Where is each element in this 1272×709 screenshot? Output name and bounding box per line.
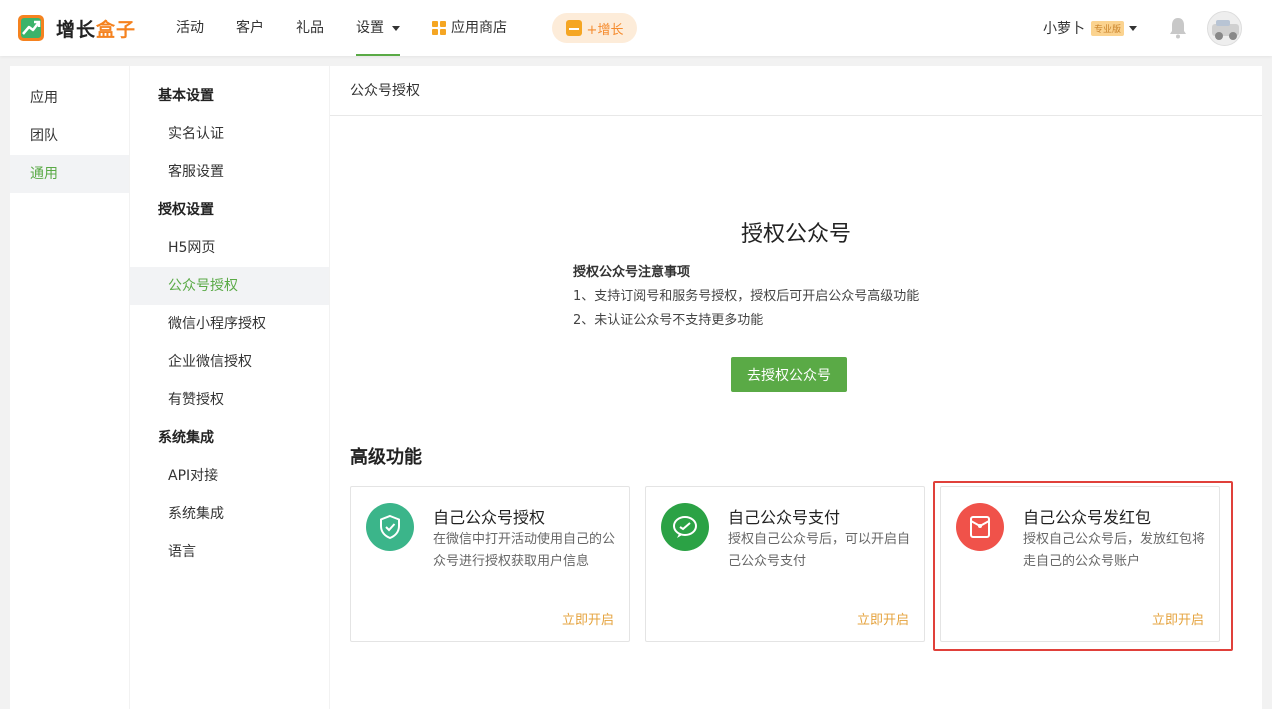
page-title: 公众号授权 (330, 66, 1262, 116)
sidebar-item-general[interactable]: 通用 (10, 155, 129, 193)
nav-app-store[interactable]: 应用商店 (432, 0, 507, 56)
notes-title: 授权公众号注意事项 (573, 265, 691, 280)
grid-apps-icon (432, 21, 446, 35)
nav-gifts[interactable]: 礼品 (296, 0, 324, 56)
nav-customers[interactable]: 客户 (236, 0, 264, 56)
group-title-auth: 授权设置 (158, 202, 214, 218)
sidebar-item-customer-service[interactable]: 客服设置 (130, 153, 329, 191)
card-description: 在微信中打开活动使用自己的公众号进行授权获取用户信息 (433, 532, 616, 569)
logo[interactable]: 增长盒子 (18, 14, 136, 42)
chevron-down-icon (1129, 25, 1138, 31)
note-item: 2、未认证公众号不支持更多功能 (573, 313, 764, 328)
wechat-pay-icon (661, 503, 709, 551)
sidebar-item-wecom[interactable]: 企业微信授权 (130, 343, 329, 381)
growth-button[interactable]: +增长 (552, 13, 637, 43)
plan-badge: 专业版 (1091, 20, 1125, 36)
auth-section-title: 授权公众号 (740, 222, 851, 247)
shield-check-icon (366, 503, 414, 551)
feature-card-payment: 自己公众号支付 授权自己公众号后，可以开启自己公众号支付 立即开启 (645, 486, 925, 642)
nav-settings-label: 设置 (356, 20, 384, 36)
sidebar-item-youzan[interactable]: 有赞授权 (130, 381, 329, 419)
sidebar-item-api[interactable]: API对接 (130, 457, 329, 495)
sidebar-item-apps[interactable]: 应用 (10, 79, 129, 117)
user-menu[interactable]: 小萝卜 专业版 (1043, 18, 1138, 38)
advanced-features-title: 高级功能 (350, 447, 422, 468)
main-panel: 公众号授权 授权公众号 授权公众号注意事项 1、支持订阅号和服务号授权，授权后可… (330, 66, 1262, 709)
enable-now-link[interactable]: 立即开启 (857, 609, 909, 628)
nav-settings[interactable]: 设置 (356, 0, 400, 56)
growth-button-label: +增长 (586, 22, 624, 38)
sidebar-item-team[interactable]: 团队 (10, 117, 129, 155)
user-name: 小萝卜 (1043, 21, 1085, 37)
logo-text: 增长盒子 (56, 18, 137, 41)
card-title: 自己公众号授权 (433, 508, 546, 527)
group-title-basic: 基本设置 (158, 88, 214, 104)
bell-icon[interactable] (1169, 17, 1187, 39)
avatar-image-icon (1208, 12, 1241, 45)
growth-logo-icon (18, 15, 44, 41)
card-title: 自己公众号支付 (728, 508, 841, 527)
main-nav: 活动 客户 礼品 设置 应用商店 (176, 0, 539, 56)
card-description: 授权自己公众号后，可以开启自己公众号支付 (728, 532, 911, 569)
sidebar-item-mini-program[interactable]: 微信小程序授权 (130, 305, 329, 343)
note-item: 1、支持订阅号和服务号授权，授权后可开启公众号高级功能 (573, 289, 920, 304)
highlight-box (933, 481, 1233, 651)
enable-now-link[interactable]: 立即开启 (562, 609, 614, 628)
group-title-integration: 系统集成 (158, 430, 214, 446)
sidebar-item-language[interactable]: 语言 (130, 533, 329, 571)
secondary-sidebar: 基本设置 实名认证 客服设置 授权设置 H5网页 公众号授权 微信小程序授权 企… (130, 66, 329, 709)
chevron-down-icon (392, 25, 400, 31)
sidebar-item-real-name[interactable]: 实名认证 (130, 115, 329, 153)
nav-activity[interactable]: 活动 (176, 0, 204, 56)
sidebar-item-system-integration[interactable]: 系统集成 (130, 495, 329, 533)
nav-app-store-label: 应用商店 (451, 20, 507, 36)
auth-notes: 授权公众号注意事项 1、支持订阅号和服务号授权，授权后可开启公众号高级功能 2、… (573, 261, 919, 333)
avatar[interactable] (1207, 11, 1242, 46)
sidebar-item-official-account[interactable]: 公众号授权 (130, 267, 329, 305)
feature-card-auth: 自己公众号授权 在微信中打开活动使用自己的公众号进行授权获取用户信息 立即开启 (350, 486, 630, 642)
authorize-official-account-button[interactable]: 去授权公众号 (731, 357, 847, 392)
sidebar-item-h5[interactable]: H5网页 (130, 229, 329, 267)
top-navbar: 增长盒子 活动 客户 礼品 设置 应用商店 +增长 小萝卜 专业版 (0, 0, 1272, 56)
box-icon (565, 20, 582, 36)
primary-sidebar: 应用 团队 通用 (10, 66, 129, 709)
